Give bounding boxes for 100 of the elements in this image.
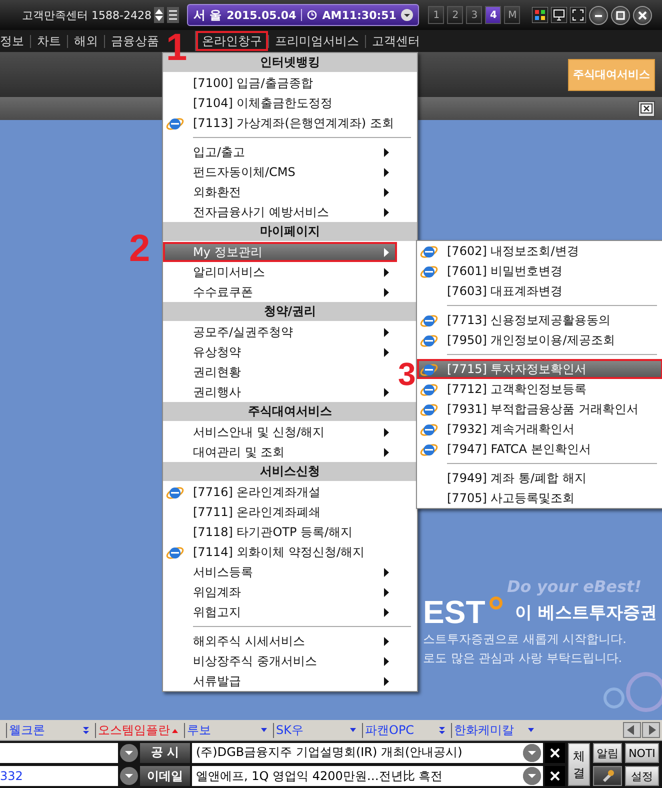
support-phone-text: 고객만족센터 1588-2428 bbox=[22, 8, 152, 22]
menu-item[interactable]: 해외 bbox=[68, 34, 104, 48]
menu-item[interactable]: 입고/출고 bbox=[163, 142, 397, 162]
menu-item[interactable]: [7931] 부적합금융상품 거래확인서 bbox=[417, 399, 662, 419]
submenu-arrow-icon bbox=[384, 148, 389, 156]
menu-item[interactable]: 수수료쿠폰 bbox=[163, 282, 397, 302]
submenu-arrow-icon bbox=[384, 568, 389, 576]
menu-item[interactable]: 프리미엄서비스 bbox=[269, 34, 365, 48]
menu-section-header: 마이페이지 bbox=[163, 222, 417, 241]
menu-item[interactable]: 해외주식 시세서비스 bbox=[163, 631, 397, 651]
menu-item[interactable]: [7601] 비밀번호변경 bbox=[417, 261, 662, 281]
menu-item[interactable]: 금융상품 bbox=[105, 34, 165, 48]
code-field[interactable] bbox=[0, 742, 118, 763]
fullscreen-icon[interactable] bbox=[570, 7, 586, 23]
submenu-arrow-icon bbox=[384, 588, 389, 596]
dropdown-icon[interactable] bbox=[120, 767, 138, 786]
minimize-button[interactable] bbox=[589, 6, 608, 24]
close-button[interactable] bbox=[545, 742, 565, 763]
menu-item[interactable]: [7713] 신용정보제공활용동의 bbox=[417, 310, 662, 330]
menu-item[interactable]: 온라인창구 bbox=[196, 31, 268, 51]
menu-item[interactable]: 전자금융사기 예방서비스 bbox=[163, 202, 397, 222]
menu-item[interactable]: [7104] 이체출금한도정정 bbox=[163, 93, 397, 113]
callout-number: 3 bbox=[398, 359, 416, 389]
alert-button[interactable]: 알림 bbox=[593, 743, 622, 763]
menu-item[interactable]: [7602] 내정보조회/변경 bbox=[417, 241, 662, 261]
submenu-arrow-icon bbox=[384, 268, 389, 276]
screen-tab[interactable]: 1 bbox=[428, 6, 444, 24]
menu-item[interactable]: [7118] 타기관OTP 등록/해지 bbox=[163, 522, 397, 542]
news-field[interactable]: (주)DGB금융지주 기업설명회(IR) 개최(안내공시) bbox=[192, 742, 543, 763]
menu-item[interactable]: [7705] 사고등록및조회 bbox=[417, 488, 662, 508]
settings-button[interactable]: 설정 bbox=[625, 766, 659, 786]
menu-item[interactable]: [7950] 개인정보이용/제공조회 bbox=[417, 330, 662, 350]
menu-item[interactable]: 고객센터 bbox=[366, 34, 426, 48]
menu-item[interactable]: [7113] 가상계좌(은행연계계좌) 조회 bbox=[163, 113, 397, 133]
news-field[interactable]: 엘앤에프, 1Q 영업익 4200만원…전년比 흑전 bbox=[192, 766, 543, 786]
code-field[interactable]: 332 bbox=[0, 766, 118, 786]
menu-item[interactable]: 권리현황 bbox=[163, 362, 397, 382]
stock-name[interactable]: 한화케미칼 bbox=[454, 722, 514, 738]
menu-item[interactable]: 차트 bbox=[31, 34, 67, 48]
source-label: 공 시 bbox=[140, 742, 190, 763]
menu-item[interactable]: 서비스등록 bbox=[163, 562, 397, 582]
menu-item[interactable]: 서비스안내 및 신청/해지 bbox=[163, 422, 397, 442]
monitor-icon[interactable] bbox=[551, 7, 568, 23]
screen-tab[interactable]: 4 bbox=[485, 6, 502, 24]
menu-item[interactable]: 비상장주식 중개서비스 bbox=[163, 651, 397, 671]
stock-name[interactable]: 웰크론 bbox=[9, 722, 45, 738]
color-grid-icon[interactable] bbox=[532, 7, 548, 23]
submenu-arrow-icon bbox=[384, 188, 389, 196]
banner-text: 로도 많은 관심과 사랑 부탁드립니다. bbox=[423, 650, 624, 667]
ring-icon bbox=[489, 596, 504, 610]
menu-item[interactable]: 유상청약 bbox=[163, 342, 397, 362]
menu-item[interactable]: [7716] 온라인계좌개설 bbox=[163, 482, 397, 502]
submenu-arrow-icon bbox=[384, 208, 389, 216]
stock-name[interactable]: 파캔OPC bbox=[365, 722, 414, 738]
stock-name[interactable]: SK우 bbox=[276, 722, 304, 738]
screen-tab[interactable]: 2 bbox=[447, 6, 464, 24]
menu-item[interactable]: [7932] 계속거래확인서 bbox=[417, 419, 662, 439]
menu-item[interactable]: [7715] 투자자정보확인서 bbox=[417, 359, 662, 379]
menu-item[interactable]: [7947] FATCA 본인확인서 bbox=[417, 439, 662, 459]
menu-item[interactable]: 위임계좌 bbox=[163, 582, 397, 602]
menu-item[interactable]: [7949] 계좌 통/폐합 해지 bbox=[417, 468, 662, 488]
list-icon[interactable] bbox=[167, 7, 180, 23]
notice-button[interactable]: NOTI bbox=[625, 743, 659, 763]
menu-item[interactable]: [7712] 고객확인정보등록 bbox=[417, 379, 662, 399]
submenu-arrow-icon bbox=[384, 428, 389, 436]
submenu-arrow-icon bbox=[384, 676, 389, 686]
maximize-icon bbox=[616, 10, 626, 20]
dropdown-icon[interactable] bbox=[120, 744, 138, 762]
menu-item[interactable]: [7100] 입금/출금종합 bbox=[163, 73, 397, 93]
menu-section-header: 서비스신청 bbox=[163, 462, 417, 481]
menu-item[interactable]: 권리행사 bbox=[163, 382, 397, 402]
menu-item[interactable]: 펀드자동이체/CMS bbox=[163, 162, 397, 182]
menu-item[interactable]: 공모주/실권주청약 bbox=[163, 322, 397, 342]
clock-icon bbox=[307, 10, 318, 20]
company-name: 이 베스트투자증권 bbox=[515, 602, 658, 624]
menu-item[interactable]: 정보 bbox=[0, 34, 30, 48]
submenu-arrow-icon bbox=[384, 348, 389, 356]
screen-tab[interactable]: 3 bbox=[466, 6, 482, 24]
dropdown-icon[interactable] bbox=[401, 9, 414, 21]
menu-item[interactable]: [7711] 온라인계좌폐쇄 bbox=[163, 502, 397, 522]
trade-button[interactable]: 체결 bbox=[568, 743, 590, 786]
menu-item[interactable]: [7114] 외화이체 약정신청/해지 bbox=[163, 542, 397, 562]
menu-item[interactable]: 대여관리 및 조회 bbox=[163, 442, 397, 462]
menu-item[interactable]: 알리미서비스 bbox=[163, 262, 397, 282]
stock-name[interactable]: 루보 bbox=[187, 722, 211, 738]
menu-item[interactable]: My 정보관리 bbox=[163, 242, 397, 262]
menu-item[interactable]: [7603] 대표계좌변경 bbox=[417, 281, 662, 301]
close-button[interactable] bbox=[545, 766, 565, 786]
updown-icon[interactable] bbox=[154, 7, 164, 23]
maximize-button[interactable] bbox=[611, 6, 630, 24]
close-panel-icon[interactable] bbox=[638, 100, 655, 116]
submenu-arrow-icon bbox=[384, 248, 389, 256]
menu-item[interactable]: 외화환전 bbox=[163, 182, 397, 202]
submenu-arrow-icon bbox=[384, 288, 389, 296]
menu-item[interactable]: 위험고지 bbox=[163, 602, 397, 622]
submenu-arrow-icon bbox=[384, 448, 389, 456]
wrench-button[interactable] bbox=[593, 766, 622, 786]
screen-tab[interactable]: M bbox=[504, 6, 520, 24]
close-button[interactable] bbox=[633, 6, 652, 24]
menu-item[interactable]: 서류발급 bbox=[163, 671, 397, 691]
